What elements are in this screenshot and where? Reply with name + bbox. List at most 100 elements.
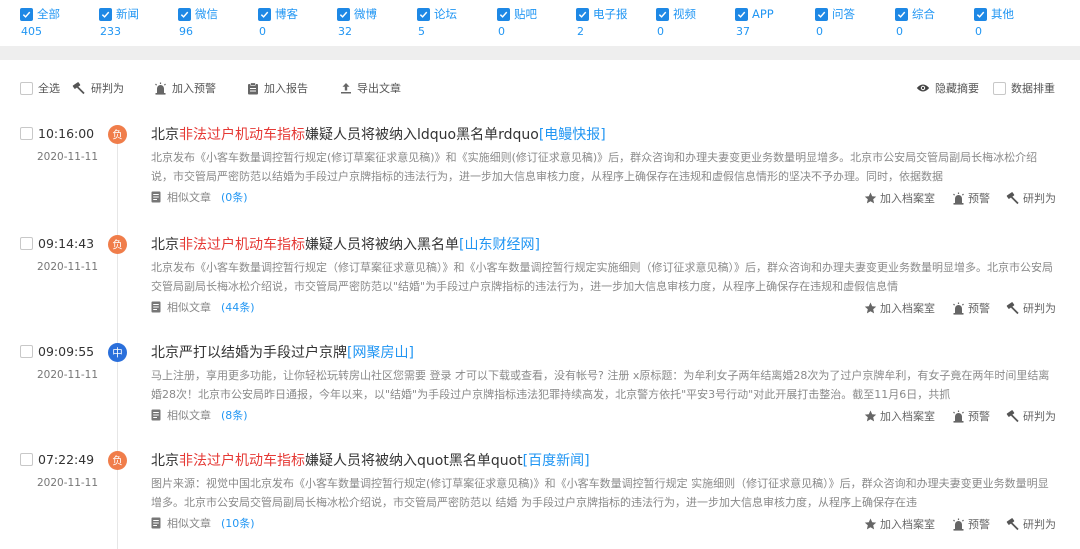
filter-count: 96 (179, 25, 193, 38)
article-date: 2020-11-11 (37, 261, 99, 273)
article-footer: 相似文章 (44条) 加入档案室 预警 研判为 (151, 299, 1061, 317)
article-source[interactable]: [百度新闻] (523, 453, 590, 469)
add-alert-label: 加入预警 (172, 82, 216, 95)
filter-label: 全部 (37, 7, 60, 21)
alert-label: 预警 (968, 518, 990, 531)
filter-all[interactable]: 全部 405 (20, 6, 60, 38)
upload-icon (341, 83, 351, 94)
hammer-icon (1006, 301, 1019, 314)
checkbox-checked-icon[interactable] (974, 7, 987, 21)
article-date: 2020-11-11 (37, 151, 99, 163)
alert-label: 预警 (968, 302, 990, 315)
checkbox-checked-icon[interactable] (258, 7, 271, 21)
checkbox-checked-icon[interactable] (20, 7, 33, 21)
filter-count: 37 (736, 25, 750, 38)
judge-button[interactable]: 研判为 (1006, 300, 1056, 316)
add-alert-button[interactable]: 加入预警 (154, 80, 216, 96)
hammer-icon (1006, 517, 1019, 530)
source-filter-bar: 全部 405 新闻 233 微信 96 博客 0 微博 32 论坛 5 贴吧 0… (0, 0, 1080, 46)
article-source[interactable]: [网聚房山] (347, 345, 414, 361)
add-archive-button[interactable]: 加入档案室 (864, 408, 935, 424)
hammer-icon (1006, 191, 1019, 204)
filter-news[interactable]: 新闻 233 (99, 6, 139, 38)
article-source[interactable]: [山东财经网] (459, 237, 540, 253)
filter-label: 问答 (832, 7, 855, 21)
checkbox-empty-icon[interactable] (20, 453, 33, 466)
filter-other[interactable]: 其他 0 (974, 6, 1014, 38)
filter-app[interactable]: APP 37 (735, 6, 774, 38)
article-select[interactable]: 09:14:43 (20, 236, 94, 251)
filter-qa[interactable]: 问答 0 (815, 6, 855, 38)
article-title[interactable]: 北京非法过户机动车指标嫌疑人员将被纳入quot黑名单quot[百度新闻] (151, 450, 590, 470)
alert-button[interactable]: 预警 (952, 408, 990, 424)
article-source[interactable]: [电鳗快报] (539, 127, 606, 143)
export-label: 导出文章 (357, 82, 401, 95)
filter-blog[interactable]: 博客 0 (258, 6, 298, 38)
title-text: 嫌疑人员将被纳入黑名单 (305, 237, 459, 253)
article-title[interactable]: 北京非法过户机动车指标嫌疑人员将被纳入黑名单[山东财经网] (151, 234, 540, 254)
checkbox-checked-icon[interactable] (656, 7, 669, 21)
add-archive-button[interactable]: 加入档案室 (864, 300, 935, 316)
alert-label: 预警 (968, 192, 990, 205)
filter-label: APP (752, 7, 774, 21)
article-date: 2020-11-11 (37, 477, 99, 489)
title-keyword: 非法过户机动车指标 (179, 237, 305, 253)
section-divider (0, 46, 1080, 60)
checkbox-empty-icon[interactable] (20, 345, 33, 358)
filter-wechat[interactable]: 微信 96 (178, 6, 218, 38)
checkbox-empty-icon[interactable] (993, 81, 1006, 95)
filter-general[interactable]: 综合 0 (895, 6, 935, 38)
alarm-icon (953, 518, 964, 531)
filter-label: 微博 (354, 7, 377, 21)
checkbox-checked-icon[interactable] (497, 7, 510, 21)
alarm-icon (953, 192, 964, 205)
checkbox-empty-icon[interactable] (20, 81, 33, 95)
article-title[interactable]: 北京非法过户机动车指标嫌疑人员将被纳入ldquo黑名单rdquo[电鳗快报] (151, 124, 606, 144)
filter-count: 233 (100, 25, 121, 38)
filter-forum[interactable]: 论坛 5 (417, 6, 457, 38)
checkbox-checked-icon[interactable] (576, 7, 589, 21)
similar-articles-link[interactable]: 相似文章 (8条) (151, 407, 248, 423)
similar-articles-link[interactable]: 相似文章 (10条) (151, 515, 255, 531)
article-title[interactable]: 北京严打以结婚为手段过户京牌[网聚房山] (151, 342, 414, 362)
checkbox-checked-icon[interactable] (815, 7, 828, 21)
checkbox-empty-icon[interactable] (20, 127, 33, 140)
article-select[interactable]: 07:22:49 (20, 452, 94, 467)
dedupe-checkbox[interactable]: 数据排重 (993, 80, 1055, 96)
judge-button[interactable]: 研判为 (1006, 408, 1056, 424)
filter-count: 5 (418, 25, 425, 38)
hide-summary-button[interactable]: 隐藏摘要 (916, 80, 979, 96)
add-report-button[interactable]: 加入报告 (247, 80, 308, 96)
judge-label: 研判为 (1023, 518, 1056, 531)
filter-label: 博客 (275, 7, 298, 21)
export-button[interactable]: 导出文章 (340, 80, 401, 96)
alert-button[interactable]: 预警 (952, 516, 990, 532)
judge-button[interactable]: 研判为 (1006, 516, 1056, 532)
judge-button[interactable]: 研判为 (1006, 190, 1056, 206)
checkbox-checked-icon[interactable] (178, 7, 191, 21)
filter-epaper[interactable]: 电子报 2 (576, 6, 628, 38)
filter-tieba[interactable]: 贴吧 0 (497, 6, 537, 38)
checkbox-checked-icon[interactable] (735, 7, 748, 21)
checkbox-checked-icon[interactable] (99, 7, 112, 21)
alert-label: 预警 (968, 410, 990, 423)
filter-weibo[interactable]: 微博 32 (337, 6, 377, 38)
add-archive-button[interactable]: 加入档案室 (864, 516, 935, 532)
similar-articles-link[interactable]: 相似文章 (44条) (151, 299, 255, 315)
select-all-checkbox[interactable]: 全选 (20, 80, 60, 96)
checkbox-checked-icon[interactable] (895, 7, 908, 21)
filter-video[interactable]: 视频 0 (656, 6, 696, 38)
article-select[interactable]: 10:16:00 (20, 126, 94, 141)
alert-button[interactable]: 预警 (952, 190, 990, 206)
article-select[interactable]: 09:09:55 (20, 344, 94, 359)
checkbox-checked-icon[interactable] (417, 7, 430, 21)
checkbox-checked-icon[interactable] (337, 7, 350, 21)
similar-articles-link[interactable]: 相似文章 (0条) (151, 189, 248, 205)
checkbox-empty-icon[interactable] (20, 237, 33, 250)
add-report-label: 加入报告 (264, 82, 308, 95)
judge-label: 研判为 (91, 82, 124, 95)
alert-button[interactable]: 预警 (952, 300, 990, 316)
judge-button[interactable]: 研判为 (72, 80, 124, 96)
alarm-icon (155, 82, 166, 95)
add-archive-button[interactable]: 加入档案室 (864, 190, 935, 206)
